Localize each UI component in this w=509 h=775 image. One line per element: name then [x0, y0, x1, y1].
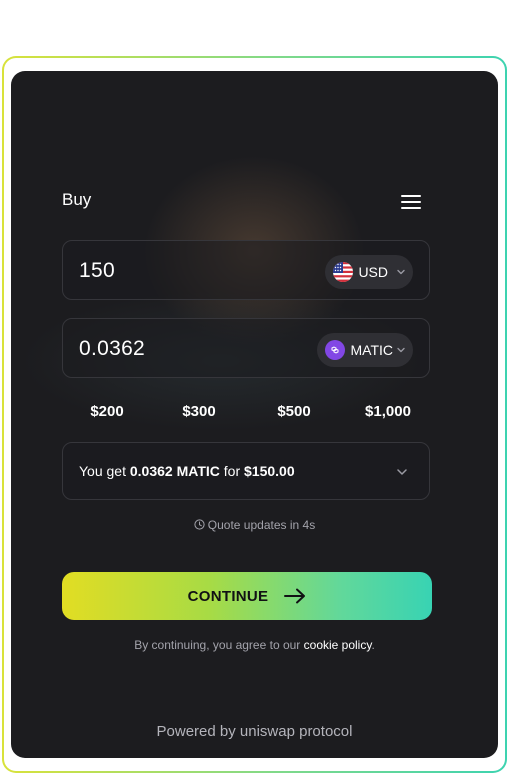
fiat-currency-code: USD	[358, 264, 388, 280]
fiat-amount-value[interactable]: 150	[79, 241, 115, 301]
widget-title: Buy	[62, 190, 92, 209]
polygon-matic-icon	[325, 340, 346, 360]
crypto-currency-code: MATIC	[350, 342, 393, 358]
summary-middle: for	[219, 463, 244, 479]
quote-timer-text: Quote updates in 4s	[207, 518, 316, 532]
clock-icon	[194, 519, 205, 530]
terms-suffix: .	[371, 638, 375, 652]
preset-amount-1000[interactable]: $1,000	[343, 402, 433, 422]
powered-by-footer: Powered by uniswap protocol	[156, 723, 353, 740]
crypto-amount-value: 0.0362	[79, 337, 146, 360]
fiat-amount-field[interactable]: 150 USD	[62, 240, 430, 300]
continue-button-label: CONTINUE	[187, 587, 269, 605]
crypto-currency-selector[interactable]: MATIC	[317, 333, 413, 367]
quote-summary-text: You get 0.0362 MATIC for $150.00	[79, 443, 295, 500]
summary-amount: 0.0362 MATIC	[129, 463, 220, 479]
chevron-down-icon[interactable]	[397, 468, 407, 476]
us-flag-icon	[333, 262, 354, 282]
terms-text: By continuing, you agree to our cookie p…	[11, 638, 498, 652]
summary-price: $150.00	[244, 463, 295, 479]
preset-amount-300[interactable]: $300	[154, 402, 244, 422]
chevron-down-icon	[397, 269, 405, 275]
fiat-currency-selector[interactable]: USD	[325, 255, 413, 289]
crypto-amount-field[interactable]: 0.0362 MATIC	[62, 318, 430, 378]
continue-button[interactable]: CONTINUE	[62, 572, 432, 620]
arrow-right-icon	[284, 588, 306, 604]
chevron-down-icon	[397, 347, 405, 353]
terms-prefix: By continuing, you agree to our	[134, 638, 304, 652]
quote-timer: Quote updates in 4s	[11, 518, 498, 532]
summary-prefix: You get	[79, 463, 130, 479]
cookie-policy-link[interactable]: cookie policy	[304, 638, 372, 652]
preset-amount-200[interactable]: $200	[62, 402, 152, 422]
preset-amounts: $200 $300 $500 $1,000	[62, 402, 430, 426]
quote-summary[interactable]: You get 0.0362 MATIC for $150.00	[62, 442, 430, 500]
buy-widget-card: Buy 150 USD 0.0362 MATIC $200 $300 $500 …	[11, 71, 498, 758]
preset-amount-500[interactable]: $500	[249, 402, 339, 422]
hamburger-menu-icon[interactable]	[401, 195, 421, 211]
